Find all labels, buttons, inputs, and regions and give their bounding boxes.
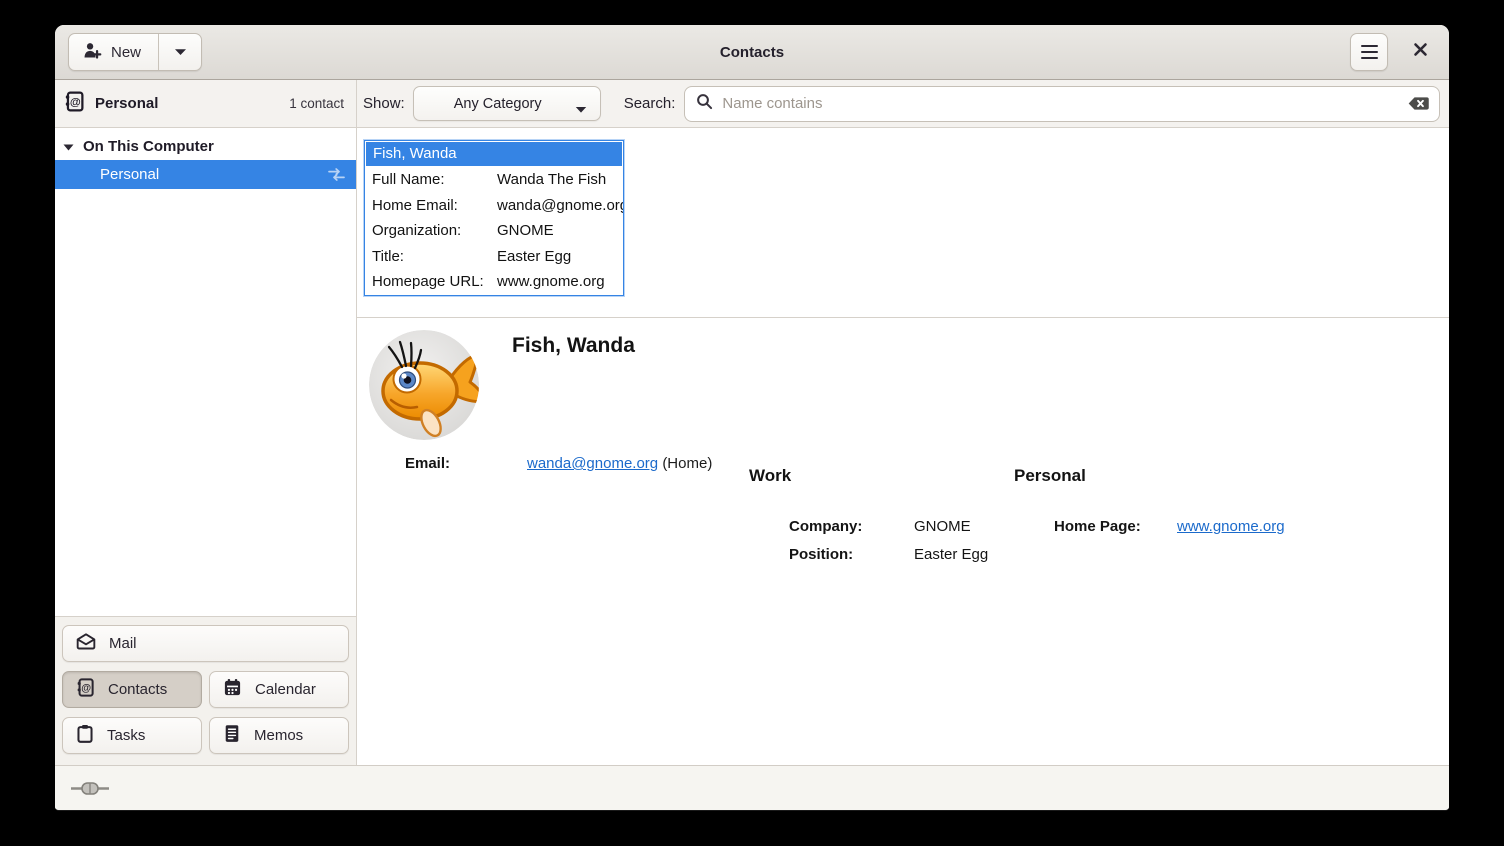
company-label: Company: bbox=[789, 518, 862, 535]
component-switcher: Mail @ Contacts Calendar bbox=[55, 616, 356, 765]
switcher-contacts-button[interactable]: @ Contacts bbox=[62, 671, 202, 708]
svg-text:@: @ bbox=[70, 96, 81, 108]
sidebar: On This Computer Personal Mail bbox=[55, 128, 357, 765]
search-label: Search: bbox=[624, 95, 676, 112]
card-field-value: GNOME bbox=[497, 222, 623, 239]
toolbar-row: @ Personal 1 contact Show: Any Category … bbox=[55, 80, 1449, 128]
homepage-label: Home Page: bbox=[1054, 518, 1141, 535]
window-title: Contacts bbox=[55, 44, 1449, 61]
contact-card-name: Fish, Wanda bbox=[366, 142, 622, 166]
card-field-value: Wanda The Fish bbox=[497, 171, 623, 188]
addressbook-icon: @ bbox=[64, 91, 85, 117]
search-icon bbox=[696, 93, 713, 115]
tree-item-personal[interactable]: Personal bbox=[55, 160, 356, 189]
close-icon bbox=[1413, 42, 1428, 62]
switcher-tasks-button[interactable]: Tasks bbox=[62, 717, 202, 754]
switcher-label: Contacts bbox=[108, 681, 167, 698]
card-field-value: www.gnome.org bbox=[497, 273, 623, 290]
titlebar: New Contacts bbox=[55, 25, 1449, 80]
tree-group-on-this-computer[interactable]: On This Computer bbox=[55, 133, 356, 160]
contact-photo bbox=[369, 330, 479, 440]
email-label: Email: bbox=[369, 455, 450, 472]
contact-card-list: Fish, Wanda Full Name: Wanda The Fish Ho… bbox=[357, 128, 1449, 318]
email-kind: (Home) bbox=[662, 455, 712, 472]
online-status-icon[interactable] bbox=[71, 781, 109, 796]
contact-preview: Fish, Wanda Email: wanda@gnome.org (Home… bbox=[357, 318, 1449, 765]
search-field bbox=[684, 86, 1440, 122]
switcher-mail-button[interactable]: Mail bbox=[62, 625, 349, 662]
card-field-label: Organization: bbox=[372, 222, 497, 239]
calendar-icon bbox=[223, 678, 242, 701]
new-dropdown-button[interactable] bbox=[159, 34, 201, 70]
memos-icon bbox=[223, 724, 241, 747]
show-label: Show: bbox=[363, 95, 405, 112]
card-field-value: Easter Egg bbox=[497, 248, 623, 265]
work-section-heading: Work bbox=[749, 466, 791, 486]
content-area: On This Computer Personal Mail bbox=[55, 128, 1449, 765]
email-link[interactable]: wanda@gnome.org bbox=[527, 455, 658, 472]
card-field-label: Full Name: bbox=[372, 171, 497, 188]
tree-group-label: On This Computer bbox=[83, 138, 214, 155]
sync-icon[interactable] bbox=[327, 168, 346, 181]
card-field-row: Full Name: Wanda The Fish bbox=[365, 167, 623, 193]
card-field-row: Organization: GNOME bbox=[365, 218, 623, 244]
card-field-label: Title: bbox=[372, 248, 497, 265]
main-pane: Fish, Wanda Full Name: Wanda The Fish Ho… bbox=[357, 128, 1449, 765]
category-selected-value: Any Category bbox=[454, 96, 542, 112]
dropdown-arrow-icon bbox=[174, 43, 187, 61]
position-label: Position: bbox=[789, 546, 853, 563]
switcher-label: Tasks bbox=[107, 727, 145, 744]
switcher-memos-button[interactable]: Memos bbox=[209, 717, 349, 754]
card-field-row: Home Email: wanda@gnome.org bbox=[365, 193, 623, 219]
tree-item-label: Personal bbox=[100, 166, 159, 183]
card-field-row: Homepage URL: www.gnome.org bbox=[365, 269, 623, 295]
card-field-label: Home Email: bbox=[372, 197, 497, 214]
statusbar bbox=[55, 765, 1449, 810]
switcher-calendar-button[interactable]: Calendar bbox=[209, 671, 349, 708]
contacts-icon: @ bbox=[76, 678, 95, 701]
email-row: wanda@gnome.org (Home) bbox=[527, 455, 712, 472]
hamburger-menu-button[interactable] bbox=[1350, 33, 1388, 71]
tasks-icon bbox=[76, 724, 94, 747]
category-dropdown[interactable]: Any Category bbox=[413, 86, 601, 121]
new-button-label: New bbox=[111, 44, 141, 61]
card-field-value: wanda@gnome.org bbox=[497, 197, 623, 214]
addressbook-tree: On This Computer Personal bbox=[55, 128, 356, 616]
chevron-down-icon bbox=[575, 101, 587, 119]
card-field-row: Title: Easter Egg bbox=[365, 244, 623, 270]
new-contact-icon bbox=[83, 42, 102, 63]
clear-search-icon[interactable] bbox=[1407, 95, 1430, 112]
new-contact-button[interactable]: New bbox=[69, 34, 159, 70]
company-value: GNOME bbox=[914, 518, 971, 535]
close-button[interactable] bbox=[1404, 36, 1436, 68]
contacts-window: New Contacts @ Perso bbox=[55, 25, 1449, 811]
switcher-label: Calendar bbox=[255, 681, 316, 698]
mail-icon bbox=[76, 633, 96, 654]
switcher-label: Mail bbox=[109, 635, 137, 652]
homepage-link[interactable]: www.gnome.org bbox=[1177, 518, 1285, 535]
addressbook-header: @ Personal 1 contact bbox=[55, 80, 357, 127]
position-value: Easter Egg bbox=[914, 546, 988, 563]
svg-text:@: @ bbox=[81, 683, 91, 694]
personal-section-heading: Personal bbox=[1014, 466, 1086, 486]
card-field-label: Homepage URL: bbox=[372, 273, 497, 290]
search-input[interactable] bbox=[722, 95, 1398, 112]
search-toolbar: Show: Any Category Search: bbox=[357, 80, 1449, 127]
preview-contact-name: Fish, Wanda bbox=[512, 334, 635, 358]
contact-count: 1 contact bbox=[289, 96, 346, 111]
contact-card[interactable]: Fish, Wanda Full Name: Wanda The Fish Ho… bbox=[364, 140, 624, 296]
expander-icon bbox=[63, 138, 74, 155]
addressbook-name: Personal bbox=[95, 95, 158, 112]
new-split-button: New bbox=[68, 33, 202, 71]
switcher-label: Memos bbox=[254, 727, 303, 744]
